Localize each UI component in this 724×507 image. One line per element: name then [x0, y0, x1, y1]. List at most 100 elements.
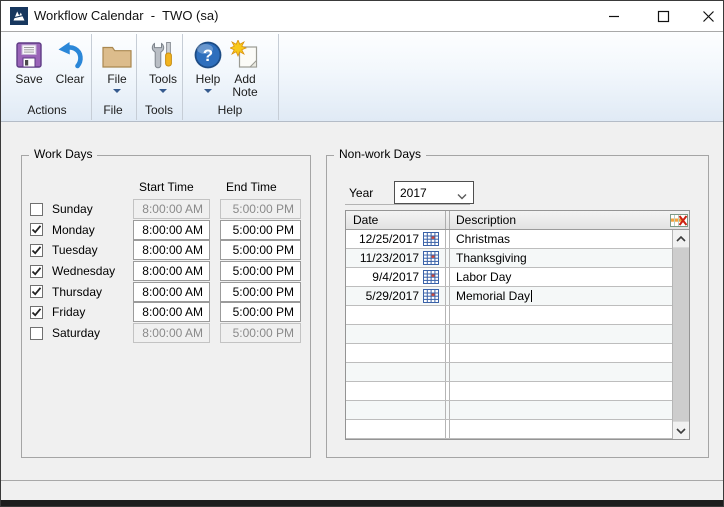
workday-row-sunday: Sunday [30, 199, 115, 219]
end-time-field-sunday: 5:00:00 PM [220, 199, 301, 219]
checkbox-saturday[interactable] [30, 327, 43, 340]
workday-row-thursday: Thursday [30, 282, 115, 302]
chevron-down-icon [456, 190, 468, 204]
save-button[interactable]: Save [9, 36, 49, 86]
ribbon-group-label-help: Help [218, 103, 243, 117]
close-button[interactable] [691, 1, 724, 31]
ribbon-group-label-actions: Actions [27, 103, 66, 117]
clear-button[interactable]: Clear [50, 36, 90, 86]
workdays-groupbox: Work Days Start Time End Time SundayMond… [21, 155, 311, 458]
workday-label-wednesday: Wednesday [52, 264, 115, 278]
start-time-field-monday[interactable]: 8:00:00 AM [133, 220, 210, 240]
group-separator [278, 34, 279, 120]
description-cell[interactable] [450, 363, 672, 381]
description-value: Christmas [456, 232, 510, 246]
start-time-field-sunday: 8:00:00 AM [133, 199, 210, 219]
description-cell[interactable] [450, 344, 672, 362]
ribbon-group-label-tools: Tools [145, 103, 173, 117]
text-cursor [531, 290, 532, 302]
date-cell[interactable] [346, 382, 446, 400]
date-cell[interactable] [346, 306, 446, 324]
date-cell[interactable] [346, 363, 446, 381]
end-time-field-thursday[interactable]: 5:00:00 PM [220, 282, 301, 302]
date-column-header[interactable]: Date [346, 211, 446, 229]
description-cell[interactable] [450, 325, 672, 343]
end-time-field-wednesday[interactable]: 5:00:00 PM [220, 261, 301, 281]
end-time-field-monday[interactable]: 5:00:00 PM [220, 220, 301, 240]
description-cell[interactable] [450, 306, 672, 324]
maximize-button[interactable] [646, 1, 680, 31]
calendar-button[interactable] [423, 251, 439, 265]
end-time-field-friday[interactable]: 5:00:00 PM [220, 302, 301, 322]
help-menu-button[interactable]: ? Help [189, 36, 227, 93]
delete-row-icon[interactable] [668, 211, 689, 229]
date-cell[interactable]: 12/25/2017 [346, 230, 446, 248]
grid-row: 12/25/2017 Christmas [346, 230, 672, 249]
date-cell[interactable] [346, 401, 446, 419]
save-button-label: Save [15, 73, 42, 86]
calendar-button[interactable] [423, 270, 439, 284]
workday-row-monday: Monday [30, 220, 115, 240]
checkbox-wednesday[interactable] [30, 265, 43, 278]
workday-row-wednesday: Wednesday [30, 261, 115, 281]
scroll-down-arrow[interactable] [673, 421, 689, 439]
start-time-field-wednesday[interactable]: 8:00:00 AM [133, 261, 210, 281]
grid-row [346, 382, 672, 401]
checkbox-tuesday[interactable] [30, 244, 43, 257]
add-note-button[interactable]: Add Note [225, 36, 265, 99]
description-column-header[interactable]: Description [450, 211, 668, 229]
description-cell[interactable] [450, 382, 672, 400]
title-bar: Workflow Calendar - TWO (sa) [1, 1, 723, 31]
end-time-field-tuesday[interactable]: 5:00:00 PM [220, 240, 301, 260]
file-menu-label: File [107, 73, 126, 86]
group-separator [91, 34, 92, 120]
scroll-up-arrow[interactable] [673, 230, 689, 248]
minimize-button[interactable] [597, 1, 631, 31]
date-cell[interactable] [346, 344, 446, 362]
end-time-column: 5:00:00 PM5:00:00 PM5:00:00 PM5:00:00 PM… [220, 199, 301, 343]
description-cell[interactable]: Labor Day [450, 268, 672, 286]
grid-row [346, 363, 672, 382]
calendar-button[interactable] [423, 232, 439, 246]
checkbox-monday[interactable] [30, 223, 43, 236]
description-cell[interactable]: Memorial Day [450, 287, 672, 305]
workday-label-thursday: Thursday [52, 285, 102, 299]
workday-label-tuesday: Tuesday [52, 243, 98, 257]
workday-label-friday: Friday [52, 305, 85, 319]
start-time-field-tuesday[interactable]: 8:00:00 AM [133, 240, 210, 260]
description-cell[interactable] [450, 420, 672, 438]
checkbox-thursday[interactable] [30, 285, 43, 298]
tools-menu-button[interactable]: Tools [143, 36, 183, 93]
nonwork-days-legend: Non-work Days [334, 147, 426, 161]
start-time-field-friday[interactable]: 8:00:00 AM [133, 302, 210, 322]
vertical-scrollbar[interactable] [672, 230, 689, 439]
description-value: Memorial Day [456, 289, 530, 303]
floppy-disk-icon [14, 36, 44, 70]
date-cell[interactable] [346, 420, 446, 438]
window-title: Workflow Calendar - TWO (sa) [34, 8, 218, 23]
grid-row: 5/29/2017 Memorial Day [346, 287, 672, 306]
calendar-button[interactable] [423, 289, 439, 303]
grid-row [346, 344, 672, 363]
checkbox-sunday[interactable] [30, 203, 43, 216]
folder-icon [101, 36, 133, 70]
date-cell[interactable] [346, 325, 446, 343]
workday-label-saturday: Saturday [52, 326, 100, 340]
window-bottom-border [1, 500, 723, 506]
year-value: 2017 [400, 186, 427, 200]
workday-row-friday: Friday [30, 302, 115, 322]
description-cell[interactable] [450, 401, 672, 419]
date-cell[interactable]: 11/23/2017 [346, 249, 446, 267]
date-cell[interactable]: 5/29/2017 [346, 287, 446, 305]
year-label: Year [349, 186, 373, 200]
grid-row: 11/23/2017Thanksgiving [346, 249, 672, 268]
description-cell[interactable]: Christmas [450, 230, 672, 248]
file-menu-button[interactable]: File [97, 36, 137, 93]
date-cell[interactable]: 9/4/2017 [346, 268, 446, 286]
start-time-field-thursday[interactable]: 8:00:00 AM [133, 282, 210, 302]
description-cell[interactable]: Thanksgiving [450, 249, 672, 267]
year-dropdown[interactable]: 2017 [394, 181, 474, 204]
question-mark-circle-icon: ? [193, 36, 223, 70]
checkbox-friday[interactable] [30, 306, 43, 319]
grid-row [346, 401, 672, 420]
